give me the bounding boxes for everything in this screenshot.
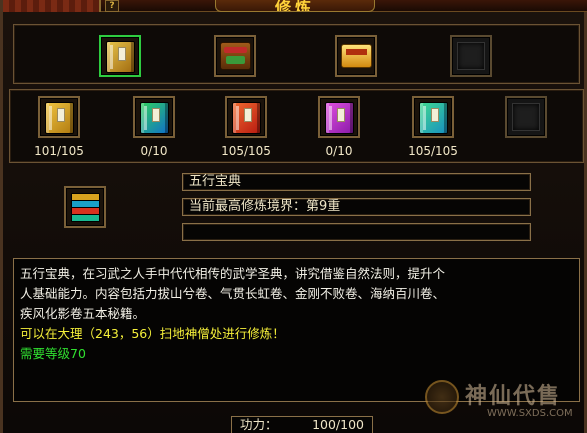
scroll-count-gold: 101/105 <box>34 144 84 158</box>
red-scroll-icon <box>232 102 261 134</box>
purple-scroll-icon <box>325 102 354 134</box>
teal-scroll-icon <box>419 102 448 134</box>
empty-slot-icon <box>512 103 540 131</box>
help-button[interactable]: ? <box>105 0 119 12</box>
selected-item-slot[interactable] <box>64 186 106 228</box>
power-label: 功力： <box>240 417 278 432</box>
scroll-count-red: 105/105 <box>221 144 271 158</box>
scroll-count-teal: 105/105 <box>408 144 458 158</box>
title-plate: 修炼 <box>215 0 375 12</box>
watermark-url: WWW.SXDS.COM <box>487 408 573 419</box>
blue-green-scroll-icon <box>140 102 169 134</box>
scroll-slot-gold[interactable] <box>38 96 80 138</box>
description-line: 疾风化影卷五本秘籍。 <box>20 306 146 321</box>
cultivation-realm: 当前最高修炼境界：第9重 <box>182 198 531 216</box>
level-requirement: 需要等级70 <box>20 346 86 361</box>
treasure-chest-icon <box>220 42 251 70</box>
selected-item-name: 五行宝典 <box>182 173 531 191</box>
scroll-slot-blue-green[interactable] <box>133 96 175 138</box>
scroll-slot-red[interactable] <box>225 96 267 138</box>
gold-ingot-slot[interactable] <box>335 35 377 77</box>
book-icon <box>106 41 135 73</box>
gold-scroll-icon <box>45 102 74 134</box>
watermark-text: 神仙代售 <box>465 383 562 409</box>
five-elements-book-icon <box>71 193 100 223</box>
scroll-panel: 101/105 0/10 105/105 0/10 105/105 <box>9 89 584 163</box>
scroll-slot-teal[interactable] <box>412 96 454 138</box>
watermark: 神仙代售 WWW.SXDS.COM <box>425 378 585 424</box>
power-value: 100/100 <box>312 417 364 432</box>
window-title: 修炼 <box>274 0 315 12</box>
cultivation-window: ? 修炼 101/105 0/10 105/105 0/10 105/105 五… <box>0 0 587 433</box>
power-bar: 功力： 100/100 <box>231 416 373 433</box>
scroll-slot-purple[interactable] <box>318 96 360 138</box>
description-line: 五行宝典，在习武之人手中代代相传的武学圣典，讲究借鉴自然法则，提升个 <box>20 266 446 281</box>
treasure-chest-slot[interactable] <box>214 35 256 77</box>
book-slot[interactable] <box>99 35 141 77</box>
empty-scroll-slot[interactable] <box>505 96 547 138</box>
gold-ingot-icon <box>341 44 372 68</box>
title-bar: ? 修炼 <box>3 0 587 12</box>
watermark-logo-icon <box>425 380 459 414</box>
scroll-count-purple: 0/10 <box>325 144 353 158</box>
title-bar-ornament <box>3 0 101 12</box>
scroll-count-blue-green: 0/10 <box>140 144 168 158</box>
extra-info-field <box>182 223 531 241</box>
material-panel <box>13 24 580 84</box>
empty-slot[interactable] <box>450 35 492 77</box>
empty-slot-icon <box>457 42 485 70</box>
location-hint: 可以在大理（243，56）扫地神僧处进行修炼！ <box>20 326 285 341</box>
description-line: 人基础能力。内容包括力拔山兮卷、气贯长虹卷、金刚不败卷、海纳百川卷、 <box>20 286 446 301</box>
